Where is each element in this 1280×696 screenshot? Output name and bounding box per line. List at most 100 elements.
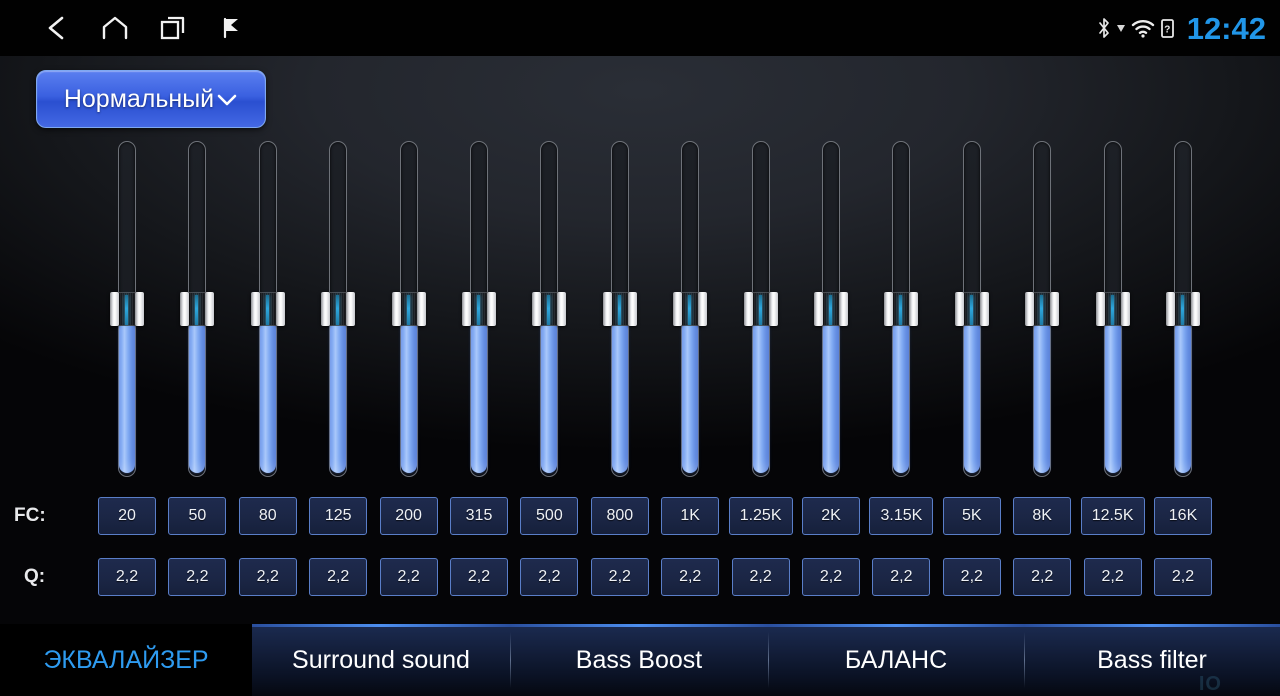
q-cell[interactable]: 2,2 <box>520 558 579 596</box>
slider-fill <box>471 309 487 473</box>
preset-dropdown-wrap: Нормальный <box>36 70 266 128</box>
band-slider[interactable] <box>673 141 708 481</box>
fc-cell[interactable]: 125 <box>309 497 368 535</box>
band-slider[interactable] <box>1095 141 1130 481</box>
fc-cell[interactable]: 800 <box>590 497 649 535</box>
q-cell[interactable]: 2,2 <box>872 558 931 596</box>
equalizer-app: ? 12:42 Нормальный FC: 20 50 80 125 200 315 50… <box>0 0 1280 696</box>
q-cell[interactable]: 2,2 <box>661 558 720 596</box>
band-slider[interactable] <box>110 141 144 481</box>
slider-fill <box>1034 309 1051 473</box>
slider-thumb-cap-right <box>487 292 496 326</box>
slider-thumb[interactable] <box>1025 292 1060 326</box>
slider-thumb-cap-left <box>814 292 823 326</box>
slider-thumb[interactable] <box>180 292 215 326</box>
fc-cell[interactable]: 16K <box>1154 497 1212 535</box>
tab-эквалайзер[interactable]: ЭКВАЛАЙЗЕР <box>0 624 252 696</box>
fc-cell[interactable]: 50 <box>168 497 227 535</box>
slider-thumb[interactable] <box>462 292 496 326</box>
fc-cell[interactable]: 500 <box>520 497 579 535</box>
slider-thumb-cap-right <box>979 292 989 326</box>
q-cell[interactable]: 2,2 <box>450 558 508 596</box>
band-slider[interactable] <box>180 141 215 481</box>
slider-thumb-core <box>188 292 207 326</box>
slider-thumb[interactable] <box>602 292 637 326</box>
slider-thumb[interactable] <box>1166 292 1200 326</box>
slider-thumb[interactable] <box>1095 292 1130 326</box>
home-icon[interactable] <box>86 0 144 56</box>
band-slider[interactable] <box>532 141 567 481</box>
tab-label: Bass Boost <box>575 645 703 674</box>
fc-cell[interactable]: 12.5K <box>1080 497 1145 535</box>
band-slider[interactable] <box>462 141 496 481</box>
fc-cell[interactable]: 1.25K <box>728 497 793 535</box>
back-icon[interactable] <box>28 0 86 56</box>
slider-thumb-cap-left <box>602 292 612 326</box>
slider-thumb[interactable] <box>321 292 356 326</box>
band-slider[interactable] <box>884 141 919 481</box>
slider-thumb-core <box>681 292 700 326</box>
preset-dropdown[interactable]: Нормальный <box>36 70 266 128</box>
q-cell[interactable]: 2,2 <box>379 558 438 596</box>
slider-thumb[interactable] <box>814 292 848 326</box>
fc-cell[interactable]: 8K <box>1013 497 1072 535</box>
slider-thumb[interactable] <box>673 292 708 326</box>
q-cell[interactable]: 2,2 <box>309 558 368 596</box>
slider-thumb[interactable] <box>391 292 426 326</box>
band-slider[interactable] <box>814 141 848 481</box>
band-slider[interactable] <box>321 141 356 481</box>
q-cell[interactable]: 2,2 <box>590 558 649 596</box>
fc-cell[interactable]: 1K <box>661 497 720 535</box>
band-slider[interactable] <box>1166 141 1200 481</box>
recents-icon[interactable] <box>144 0 202 56</box>
q-cell[interactable]: 2,2 <box>802 558 860 596</box>
slider-thumb-core <box>329 292 348 326</box>
q-cell[interactable]: 2,2 <box>1154 558 1212 596</box>
fc-cell[interactable]: 200 <box>379 497 438 535</box>
slider-thumb-cap-right <box>135 292 144 326</box>
q-cell[interactable]: 2,2 <box>168 558 227 596</box>
fc-cell[interactable]: 5K <box>942 497 1001 535</box>
fc-cell[interactable]: 2K <box>802 497 860 535</box>
fc-cell[interactable]: 3.15K <box>869 497 934 535</box>
q-cell[interactable]: 2,2 <box>1013 558 1072 596</box>
fc-row-label: FC: <box>14 505 46 526</box>
slider-thumb-cap-left <box>1095 292 1105 326</box>
q-cell[interactable]: 2,2 <box>98 558 156 596</box>
fc-cell[interactable]: 20 <box>98 497 156 535</box>
band-slider[interactable] <box>1025 141 1060 481</box>
slider-thumb-core <box>892 292 911 326</box>
slider-thumb-cap-left <box>180 292 190 326</box>
flag-icon[interactable] <box>202 0 260 56</box>
tab-label: БАЛАНС <box>844 645 948 674</box>
band-slider[interactable] <box>954 141 989 481</box>
q-cell[interactable]: 2,2 <box>731 558 790 596</box>
band-slider[interactable] <box>602 141 637 481</box>
band-slider[interactable] <box>391 141 426 481</box>
slider-thumb[interactable] <box>110 292 144 326</box>
slider-thumb[interactable] <box>532 292 567 326</box>
fc-cell[interactable]: 315 <box>450 497 508 535</box>
slider-thumb-core <box>540 292 559 326</box>
band-slider[interactable] <box>250 141 285 481</box>
slider-thumb-core <box>470 292 488 326</box>
bluetooth-icon <box>1096 17 1112 39</box>
slider-thumb[interactable] <box>250 292 285 326</box>
sim-unknown-icon: ? <box>1160 17 1175 39</box>
tab-bass-filter[interactable]: Bass filter <box>1024 624 1280 696</box>
slider-thumb-core <box>258 292 277 326</box>
band-slider[interactable] <box>743 141 778 481</box>
slider-thumb[interactable] <box>954 292 989 326</box>
slider-thumb-core <box>1033 292 1052 326</box>
q-cell[interactable]: 2,2 <box>1083 558 1142 596</box>
bottom-tab-bar: ЭКВАЛАЙЗЕР Surround sound Bass Boost БАЛАНС… <box>0 624 1280 696</box>
slider-fill <box>541 309 558 473</box>
tab-surround-sound[interactable]: Surround sound <box>252 624 510 696</box>
tab-bass-boost[interactable]: Bass Boost <box>510 624 768 696</box>
slider-thumb[interactable] <box>884 292 919 326</box>
slider-thumb[interactable] <box>743 292 778 326</box>
q-cell[interactable]: 2,2 <box>238 558 297 596</box>
tab-баланс[interactable]: БАЛАНС <box>768 624 1024 696</box>
fc-cell[interactable]: 80 <box>238 497 297 535</box>
q-cell[interactable]: 2,2 <box>942 558 1001 596</box>
